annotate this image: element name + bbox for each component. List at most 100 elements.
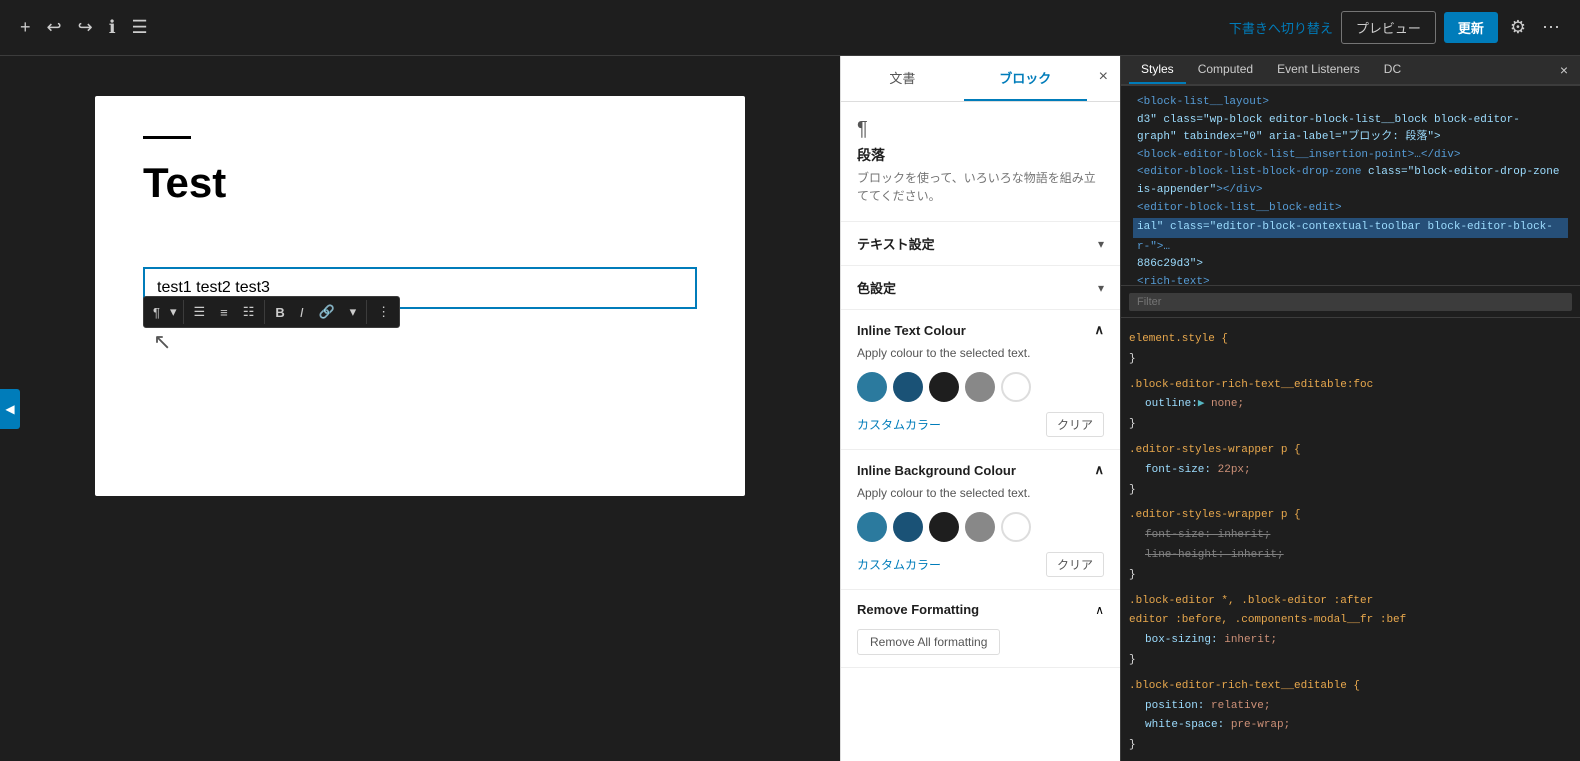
text-swatch-black[interactable] <box>929 372 959 402</box>
toolbar-center: 下書きへ切り替え プレビュー 更新 ⚙ ⋯ <box>1229 11 1564 44</box>
inline-text-colour-collapse[interactable]: ∧ <box>1094 322 1104 338</box>
block-name: 段落 <box>857 145 1104 165</box>
devtools-panel: Styles Computed Event Listeners DC × <bl… <box>1120 56 1580 761</box>
text-colour-footer: カスタムカラー クリア <box>857 412 1104 437</box>
html-line-7: r-">… <box>1137 239 1564 257</box>
gear-button[interactable]: ⚙ <box>1506 13 1530 42</box>
color-settings-label: 色設定 <box>857 278 896 297</box>
text-settings-header[interactable]: テキスト設定 ▾ <box>841 222 1120 266</box>
remove-formatting-label: Remove Formatting <box>857 602 979 617</box>
panel-tabs: 文書 ブロック × <box>841 56 1120 102</box>
editor-title[interactable]: Test <box>143 159 697 207</box>
list-button[interactable]: ☰ <box>128 13 152 42</box>
inline-bg-colour-header: Inline Background Colour ∧ <box>857 462 1104 478</box>
bg-custom-color-link[interactable]: カスタムカラー <box>857 556 941 573</box>
html-line-8: 886c29d3"> <box>1137 256 1564 274</box>
toolbar-separator-2 <box>264 300 265 324</box>
html-source-content: <block-list__layout> d3" class="wp-block… <box>1129 90 1572 286</box>
devtools-filter-input[interactable] <box>1129 293 1572 311</box>
text-swatch-gray[interactable] <box>965 372 995 402</box>
link-btn[interactable]: 🔗 <box>311 299 341 325</box>
inline-text-colour-header: Inline Text Colour ∧ <box>857 322 1104 338</box>
remove-formatting-header: Remove Formatting ∧ <box>857 602 1104 617</box>
cursor-indicator: ↖ <box>143 329 697 355</box>
html-line-6: <editor-block-list__block-edit> <box>1137 200 1564 218</box>
draft-link[interactable]: 下書きへ切り替え <box>1229 18 1333 37</box>
info-button[interactable]: ℹ <box>105 13 120 42</box>
text-swatch-teal-dark[interactable] <box>893 372 923 402</box>
update-button[interactable]: 更新 <box>1444 12 1498 43</box>
main-area: ◀ Test ¶ ▾ ☰ ≡ ☷ B I 🔗 ▾ <box>0 56 1580 761</box>
add-button[interactable]: + <box>16 13 35 42</box>
preview-button[interactable]: プレビュー <box>1341 11 1436 44</box>
bg-swatch-black[interactable] <box>929 512 959 542</box>
remove-all-formatting-btn[interactable]: Remove All formatting <box>857 629 1000 655</box>
redo-button[interactable]: ↪ <box>74 13 97 42</box>
panel-close-btn[interactable]: × <box>1087 56 1120 101</box>
text-settings-label: テキスト設定 <box>857 234 935 253</box>
tab-document[interactable]: 文書 <box>841 56 964 101</box>
more-dropdown[interactable]: ▾ <box>343 299 364 325</box>
css-rule-editor-wrapper-p-2: .editor-styles-wrapper p { font-size: in… <box>1129 506 1572 585</box>
devtools-css-rules: element.style { } .block-editor-rich-tex… <box>1121 318 1580 761</box>
devtools-tab-styles[interactable]: Styles <box>1129 56 1186 84</box>
paragraph-btn[interactable]: ¶ <box>146 300 167 325</box>
bg-swatch-gray[interactable] <box>965 512 995 542</box>
color-settings-chevron: ▾ <box>1098 281 1104 295</box>
css-rule-editor-wrapper-p-1: .editor-styles-wrapper p { font-size: 22… <box>1129 441 1572 500</box>
bold-btn[interactable]: B <box>268 300 291 325</box>
align-center-btn[interactable]: ≡ <box>213 300 235 325</box>
bg-colour-footer: カスタムカラー クリア <box>857 552 1104 577</box>
html-line-9: <rich-text> <box>1137 274 1564 286</box>
toolbar-separator-1 <box>183 300 184 324</box>
css-rule-rich-text-editable-2: .block-editor-rich-text__editable { posi… <box>1129 677 1572 756</box>
devtools-html-source: <block-list__layout> d3" class="wp-block… <box>1121 86 1580 286</box>
italic-btn[interactable]: I <box>293 300 311 325</box>
block-desc: ブロックを使って、いろいろな物語を組み立ててください。 <box>857 169 1104 205</box>
bg-swatch-white[interactable] <box>1001 512 1031 542</box>
toolbar-left: + ↩ ↪ ℹ ☰ <box>16 13 152 42</box>
editor-divider <box>143 136 191 139</box>
remove-formatting-collapse[interactable]: ∧ <box>1095 603 1104 617</box>
devtools-tab-event-listeners[interactable]: Event Listeners <box>1265 56 1372 84</box>
text-swatch-teal-light[interactable] <box>857 372 887 402</box>
align-left-btn[interactable]: ☰ <box>187 299 213 325</box>
bg-clear-btn[interactable]: クリア <box>1046 552 1104 577</box>
block-info: ¶ 段落 ブロックを使って、いろいろな物語を組み立ててください。 <box>841 102 1120 222</box>
block-settings-panel: 文書 ブロック × ¶ 段落 ブロックを使って、いろいろな物語を組み立ててくださ… <box>840 56 1120 761</box>
sidebar-toggle[interactable]: ◀ <box>0 389 20 429</box>
devtools-close-btn[interactable]: × <box>1556 58 1572 82</box>
html-line-4: <block-editor-block-list__insertion-poin… <box>1137 147 1564 165</box>
undo-button[interactable]: ↩ <box>43 13 66 42</box>
more-options-button[interactable]: ⋯ <box>1538 13 1564 42</box>
inline-bg-colour-collapse[interactable]: ∧ <box>1094 462 1104 478</box>
html-line-1: <block-list__layout> <box>1137 94 1564 112</box>
align-right-btn[interactable]: ☷ <box>236 299 262 325</box>
text-settings-chevron: ▾ <box>1098 237 1104 251</box>
devtools-filter <box>1121 286 1580 318</box>
paragraph-dropdown[interactable]: ¶ ▾ <box>146 299 180 325</box>
bg-swatch-teal-light[interactable] <box>857 512 887 542</box>
html-line-highlight: ial" class="editor-block-contextual-tool… <box>1133 218 1568 238</box>
more-btn[interactable]: ▾ <box>343 299 364 325</box>
text-colour-swatches <box>857 372 1104 402</box>
text-custom-color-link[interactable]: カスタムカラー <box>857 416 941 433</box>
block-options-btn[interactable]: ⋮ <box>370 299 397 325</box>
remove-formatting-section: Remove Formatting ∧ Remove All formattin… <box>841 590 1120 668</box>
inline-bg-colour-section: Inline Background Colour ∧ Apply colour … <box>841 450 1120 590</box>
bg-swatch-teal-dark[interactable] <box>893 512 923 542</box>
devtools-tab-computed[interactable]: Computed <box>1186 56 1265 84</box>
paragraph-dropdown-arrow[interactable]: ▾ <box>167 299 180 325</box>
css-content: element.style { } .block-editor-rich-tex… <box>1121 322 1580 761</box>
devtools-header: Styles Computed Event Listeners DC × <box>1121 56 1580 86</box>
color-settings-header[interactable]: 色設定 ▾ <box>841 266 1120 310</box>
css-rule-rich-text-editable: .block-editor-rich-text__editable:foc ou… <box>1129 376 1572 435</box>
html-line-5: <editor-block-list-block-drop-zone class… <box>1137 164 1564 199</box>
inline-text-colour-desc: Apply colour to the selected text. <box>857 346 1104 360</box>
tab-block[interactable]: ブロック <box>964 56 1087 101</box>
editor-content: Test ¶ ▾ ☰ ≡ ☷ B I 🔗 ▾ ⋮ <box>95 96 745 496</box>
text-swatch-white[interactable] <box>1001 372 1031 402</box>
devtools-tab-dc[interactable]: DC <box>1372 56 1413 84</box>
devtools-tabs: Styles Computed Event Listeners DC <box>1121 56 1580 85</box>
text-clear-btn[interactable]: クリア <box>1046 412 1104 437</box>
